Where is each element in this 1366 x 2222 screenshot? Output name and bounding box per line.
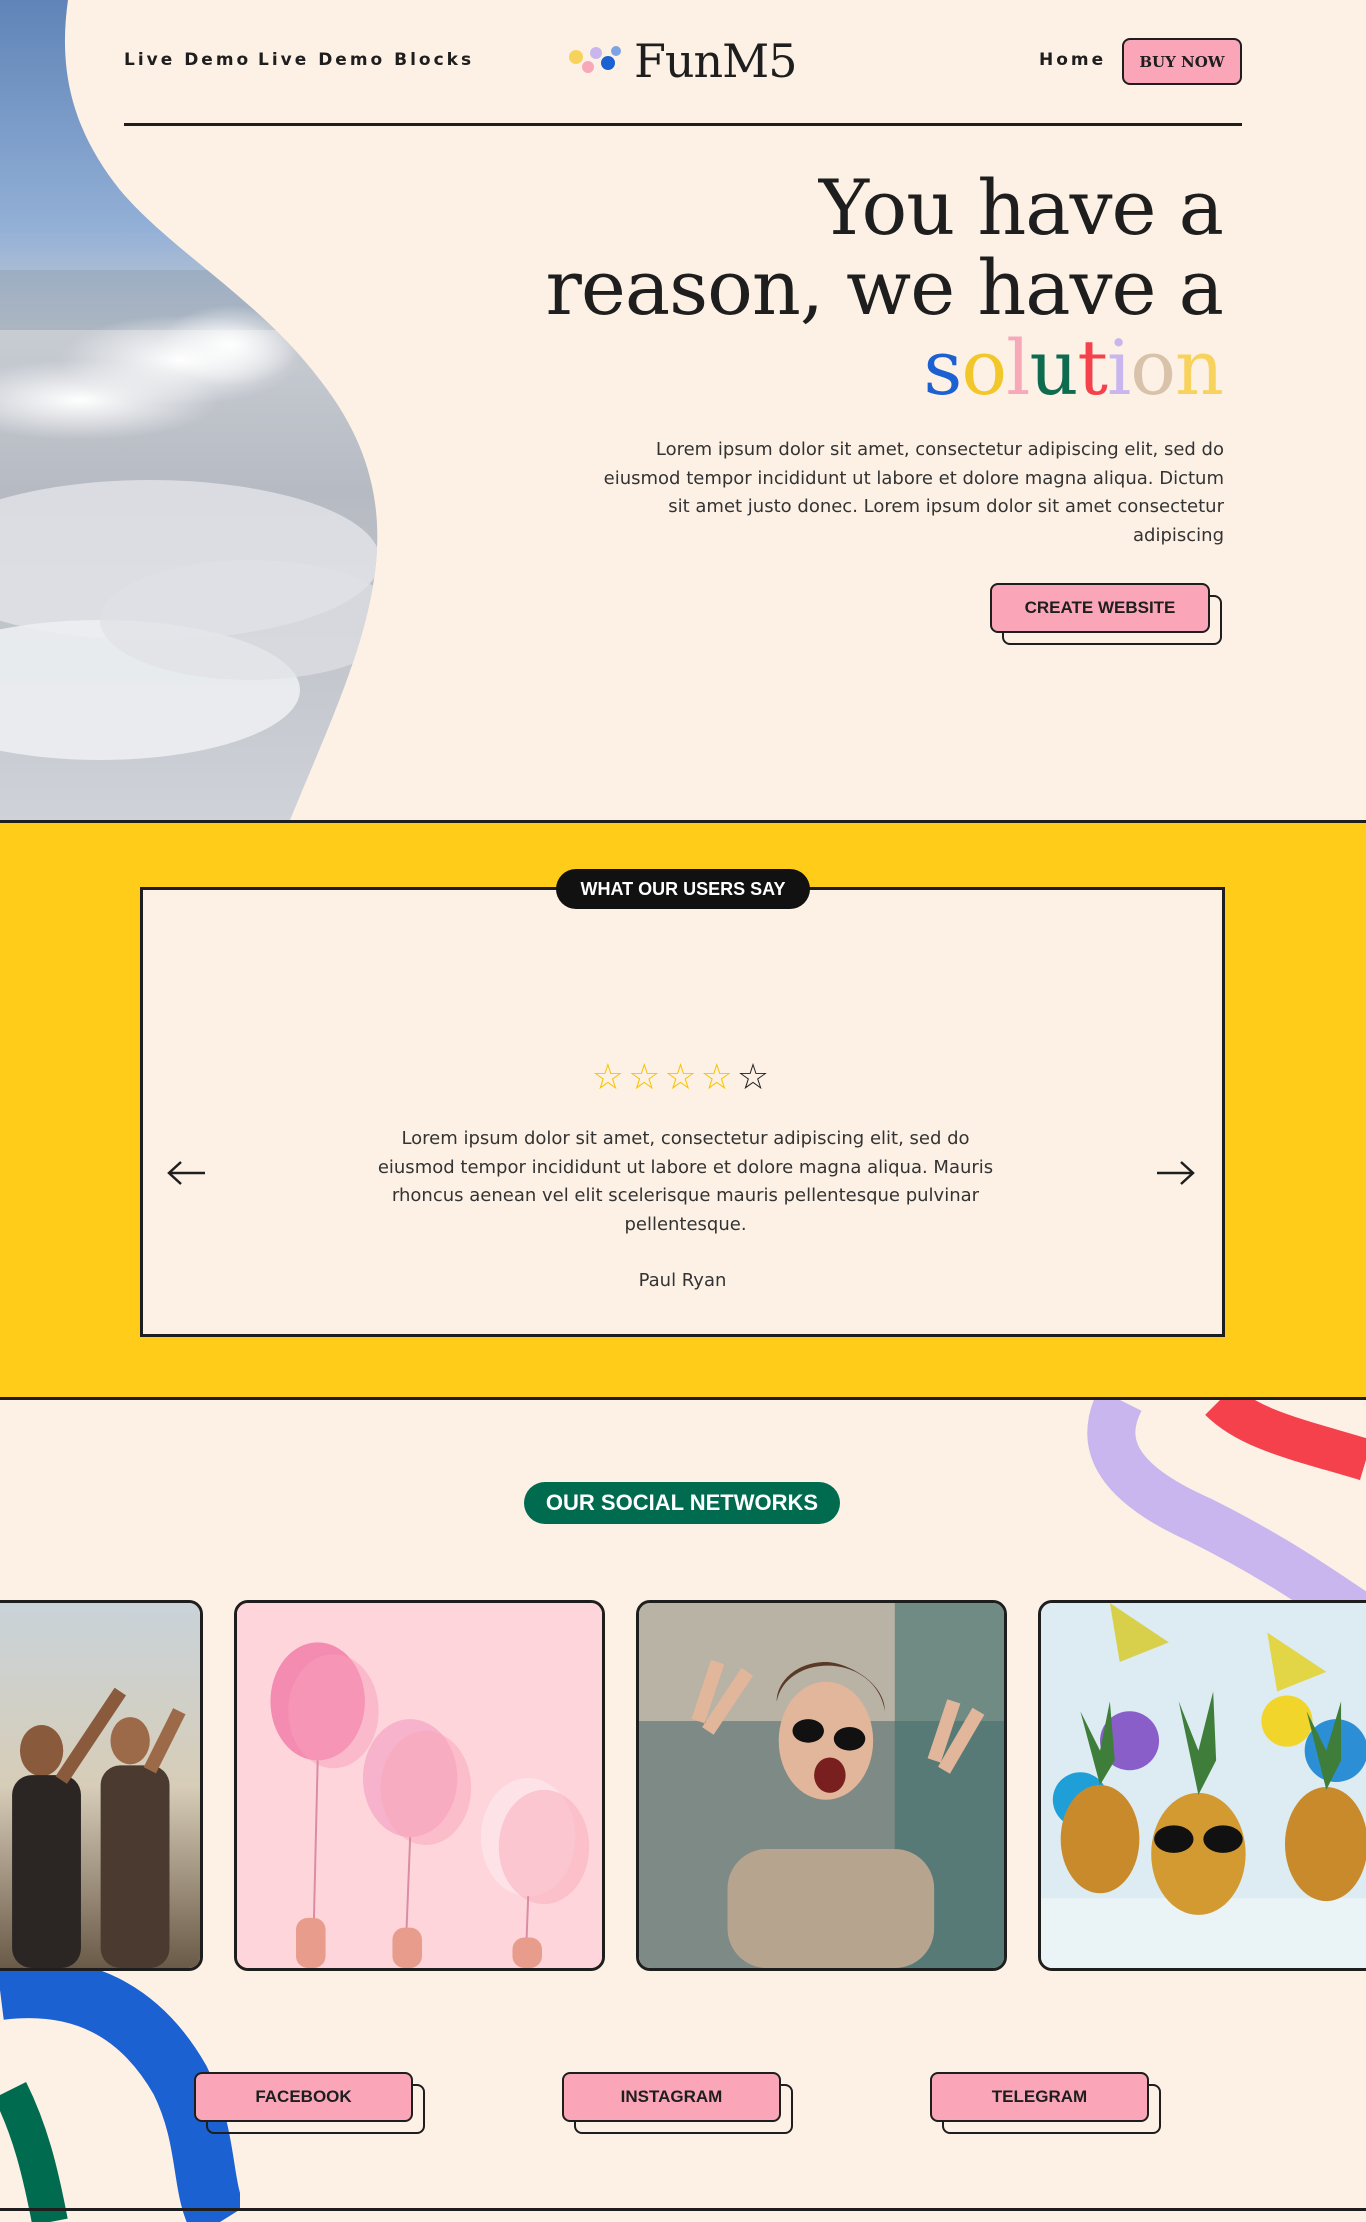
photo-party-pineapples[interactable] — [1038, 1600, 1366, 1971]
nav-link-live-demo-blocks[interactable]: Live Demo Blocks — [258, 50, 474, 70]
testimonial-author: Paul Ryan — [638, 1270, 727, 1291]
telegram-button[interactable]: TELEGRAM — [930, 2072, 1161, 2134]
decorative-squiggle-top — [1087, 1400, 1366, 1620]
nav-link-live-demo[interactable]: Live Demo — [124, 50, 251, 70]
instagram-label[interactable]: INSTAGRAM — [562, 2072, 781, 2122]
hero-title-line-2: reason, we have a — [545, 243, 1224, 332]
solution-letter: t — [1077, 323, 1108, 412]
star-filled-icon: ☆ — [591, 1056, 629, 1097]
logo[interactable]: FunM5 — [566, 34, 798, 88]
logo-text: FunM5 — [634, 34, 798, 88]
arrow-right-icon[interactable] — [1153, 1158, 1197, 1188]
hero-description: Lorem ipsum dolor sit amet, consectetur … — [603, 439, 1224, 546]
star-empty-icon: ☆ — [736, 1056, 774, 1097]
testimonial-quote: Lorem ipsum dolor sit amet, consectetur … — [377, 1128, 994, 1235]
arrow-left-icon[interactable] — [165, 1158, 209, 1188]
solution-letter: o — [1130, 323, 1176, 412]
photo-pink-balloons[interactable] — [234, 1600, 605, 1971]
photo-woman-peace-sign[interactable] — [636, 1600, 1007, 1971]
facebook-button[interactable]: FACEBOOK — [194, 2072, 425, 2134]
footer-divider — [0, 2208, 1366, 2211]
telegram-label[interactable]: TELEGRAM — [930, 2072, 1149, 2122]
testimonial-card: ☆☆☆☆☆ Lorem ipsum dolor sit amet, consec… — [140, 887, 1225, 1337]
solution-letter: o — [961, 323, 1007, 412]
woman-peace-sign-image — [639, 1603, 1004, 1968]
instagram-button[interactable]: INSTAGRAM — [562, 2072, 793, 2134]
hero-title-line-1: You have a — [818, 163, 1224, 252]
star-filled-icon: ☆ — [628, 1056, 665, 1097]
solution-letter: i — [1106, 323, 1131, 412]
header-divider — [124, 123, 1242, 126]
photo-friends-dancing[interactable] — [0, 1600, 203, 1971]
hero-title-solution: solution — [923, 323, 1224, 412]
hero-section: Live Demo Live Demo Blocks FunM5 Home BU… — [0, 0, 1366, 820]
social-section: OUR SOCIAL NETWORKS FACEBOOK INSTAGRAM T… — [0, 1400, 1366, 2222]
testimonials-section: ☆☆☆☆☆ Lorem ipsum dolor sit amet, consec… — [0, 820, 1366, 1400]
star-filled-icon: ☆ — [664, 1056, 701, 1097]
testimonials-badge: WHAT OUR USERS SAY — [556, 869, 810, 909]
logo-icon — [569, 46, 621, 73]
friends-dancing-image — [0, 1603, 200, 1968]
hero-title: You have a reason, we have a solution — [523, 168, 1224, 408]
party-pineapples-image — [1041, 1603, 1366, 1968]
pink-balloons-image — [237, 1603, 602, 1968]
solution-letter: s — [923, 323, 962, 412]
facebook-label[interactable]: FACEBOOK — [194, 2072, 413, 2122]
nav-link-home[interactable]: Home — [1039, 50, 1106, 70]
star-filled-icon: ☆ — [700, 1056, 737, 1097]
solution-letter: n — [1175, 323, 1224, 412]
solution-letter: l — [1006, 323, 1030, 412]
buy-now-button[interactable]: BUY NOW — [1122, 38, 1242, 85]
create-website-label[interactable]: CREATE WEBSITE — [990, 583, 1210, 633]
solution-letter: u — [1029, 323, 1078, 412]
star-rating: ☆☆☆☆☆ — [143, 1056, 1222, 1098]
social-networks-badge: OUR SOCIAL NETWORKS — [524, 1482, 840, 1524]
create-website-button[interactable]: CREATE WEBSITE — [990, 583, 1222, 645]
